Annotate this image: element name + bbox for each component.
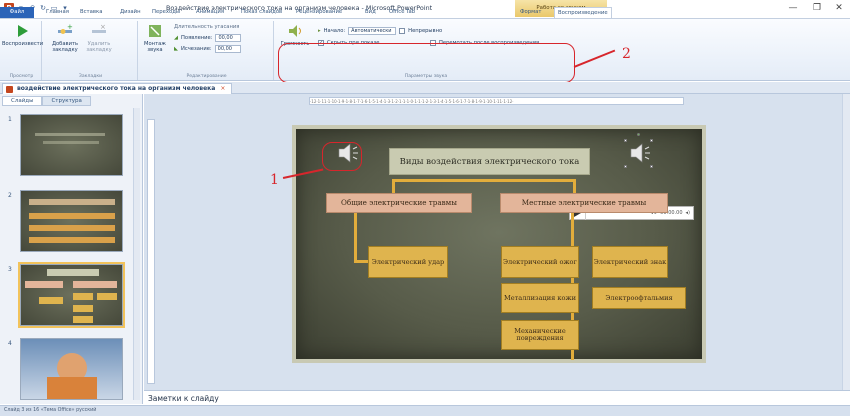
group-preview: Воспроизвести Просмотр — [2, 21, 43, 80]
tab-design[interactable]: Дизайн — [120, 7, 141, 18]
tab-animation[interactable]: Анимация — [196, 7, 224, 18]
editor-scrollbar[interactable] — [842, 94, 850, 390]
vertical-ruler — [147, 119, 155, 384]
svg-text:+: + — [67, 23, 73, 31]
fade-in-icon: ◢ — [174, 35, 178, 41]
selection-handle[interactable] — [650, 139, 653, 142]
box-electric-sign[interactable]: Электрический знак — [592, 246, 668, 278]
slide-title[interactable]: Виды воздействия электрического тока — [389, 148, 590, 175]
tab-file[interactable]: Файл — [0, 7, 34, 18]
slide-thumbnail-4[interactable] — [20, 338, 123, 400]
connector-line — [354, 212, 357, 263]
fade-out-row: ◣ Исчезание: 00,00 — [174, 45, 241, 53]
tab-review[interactable]: Рецензирование — [296, 7, 342, 18]
slides-panel: Слайды Структура 1 2 3 4 — [0, 94, 143, 404]
selection-handle[interactable] — [624, 165, 627, 168]
ribbon-tabs: Файл Главная Вставка Дизайн Переходы Ани… — [0, 7, 850, 18]
slide-thumbnail-1[interactable] — [20, 114, 123, 176]
rotate-handle[interactable] — [637, 133, 640, 136]
document-tab[interactable]: воздействие электрического тока на орган… — [2, 83, 233, 94]
remove-bookmark-button[interactable]: × Удалить закладку — [82, 23, 116, 53]
add-bookmark-button[interactable]: + Добавить закладку — [48, 23, 82, 53]
tab-slides[interactable]: Слайды — [2, 96, 43, 106]
tab-format[interactable]: Формат — [520, 7, 542, 18]
box-local-injuries[interactable]: Местные электрические травмы — [500, 193, 668, 213]
panel-tabs: Слайды Структура — [2, 96, 91, 106]
fade-out-icon: ◣ — [174, 46, 178, 52]
group-bookmarks: + Добавить закладку × Удалить закладку З… — [44, 21, 138, 80]
box-general-injuries[interactable]: Общие электрические травмы — [326, 193, 472, 213]
tab-outline[interactable]: Структура — [42, 96, 91, 106]
tab-insert[interactable]: Вставка — [80, 7, 102, 18]
start-icon: ▸ — [318, 28, 321, 34]
powerpoint-file-icon — [6, 86, 13, 93]
tab-home[interactable]: Главная — [46, 7, 69, 18]
status-bar: Слайд 3 из 16 «Тема Office» русский — [0, 405, 850, 416]
selection-handle[interactable] — [624, 139, 627, 142]
document-tab-bar: воздействие электрического тока на орган… — [0, 82, 850, 94]
svg-text:×: × — [100, 23, 106, 31]
slides-panel-scrollbar[interactable] — [133, 108, 140, 400]
box-electric-burn[interactable]: Электрический ожог — [501, 246, 579, 278]
trim-audio-button[interactable]: Монтаж звука — [140, 23, 170, 53]
box-skin-metallization[interactable]: Металлизация кожи — [501, 283, 579, 313]
slide-editing-area: ·12·1·11·1·10·1·9·1·8·1·7·1·6·1·5·1·4·1·… — [144, 94, 850, 390]
tab-playback[interactable]: Воспроизведение — [554, 7, 612, 18]
annotation-box-2 — [278, 43, 575, 83]
connector-line — [573, 179, 576, 193]
horizontal-ruler: ·12·1·11·1·10·1·9·1·8·1·7·1·6·1·5·1·4·1·… — [309, 97, 684, 105]
tab-office-tab[interactable]: Office Tab — [389, 7, 415, 18]
remove-bookmark-icon: × — [92, 23, 106, 33]
close-tab-icon[interactable]: × — [220, 85, 225, 92]
tab-transitions[interactable]: Переходы — [152, 7, 180, 18]
notes-pane[interactable]: Заметки к слайду — [144, 390, 850, 405]
fade-in-row: ◢ Появление: 00,00 — [174, 34, 242, 42]
loop-checkbox[interactable] — [399, 28, 406, 34]
selection-handle[interactable] — [650, 165, 653, 168]
volume-icon — [289, 25, 301, 37]
fade-out-spinner[interactable]: 00,00 — [214, 45, 241, 53]
group-editing: Монтаж звука Длительность угасания ◢ Поя… — [140, 21, 274, 80]
fade-in-spinner[interactable]: 00,00 — [215, 34, 242, 42]
play-button[interactable]: Воспроизвести — [2, 23, 43, 47]
tab-slideshow[interactable]: Показ слайдов — [241, 7, 282, 18]
trim-icon — [149, 25, 161, 37]
box-mechanical-damage[interactable]: Механические повреждения — [501, 320, 579, 350]
selected-speaker-icon[interactable] — [626, 141, 652, 165]
slide-thumbnail-2[interactable] — [20, 190, 123, 252]
start-dropdown[interactable]: Автоматически — [348, 27, 397, 35]
annotation-label-2: 2 — [622, 46, 631, 62]
annotation-label-1: 1 — [270, 172, 279, 188]
annotation-box-1 — [322, 142, 362, 171]
play-icon — [18, 25, 28, 37]
start-row: ▸ Начало: Автоматически Непрерывно — [318, 27, 443, 35]
connector-line — [392, 179, 576, 182]
add-bookmark-icon: + — [58, 23, 73, 34]
slide-thumbnail-3[interactable] — [18, 262, 125, 328]
box-electrophthalmia[interactable]: Электроофтальмия — [592, 287, 686, 309]
box-electric-shock[interactable]: Электрический удар — [368, 246, 448, 278]
tab-view[interactable]: Вид — [365, 7, 376, 18]
player-volume-icon[interactable]: ◂) — [686, 210, 690, 216]
